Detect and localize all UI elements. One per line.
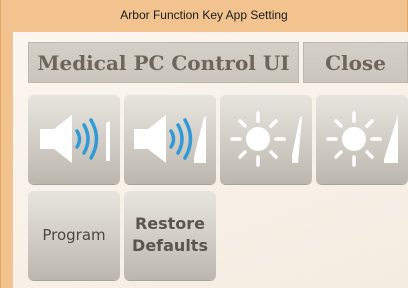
restore-defaults-label: Restore Defaults bbox=[132, 213, 208, 257]
close-button-label: Close bbox=[325, 50, 386, 75]
program-button[interactable]: Program bbox=[28, 190, 120, 280]
window-title: Arbor Function Key App Setting bbox=[120, 8, 288, 22]
volume-down-button[interactable] bbox=[28, 94, 120, 184]
app-window: Arbor Function Key App Setting Medical P… bbox=[0, 0, 408, 288]
restore-label-line1: Restore bbox=[134, 214, 206, 233]
brightness-down-button[interactable] bbox=[220, 94, 312, 184]
brightness-down-icon bbox=[230, 111, 302, 167]
app-title-bar: Medical PC Control UI bbox=[28, 42, 299, 83]
volume-up-icon bbox=[134, 115, 206, 163]
restore-defaults-button[interactable]: Restore Defaults bbox=[124, 190, 216, 280]
volume-down-icon bbox=[40, 115, 110, 163]
window-titlebar[interactable]: Arbor Function Key App Setting bbox=[1, 0, 407, 30]
client-area: Medical PC Control UI Close Program Rest… bbox=[13, 32, 408, 288]
volume-up-button[interactable] bbox=[124, 94, 216, 184]
restore-label-line2: Defaults bbox=[132, 236, 208, 255]
close-button[interactable]: Close bbox=[303, 42, 408, 83]
app-title: Medical PC Control UI bbox=[37, 50, 290, 75]
brightness-up-icon bbox=[326, 111, 398, 167]
program-button-label: Program bbox=[42, 226, 106, 244]
brightness-up-button[interactable] bbox=[316, 94, 408, 184]
